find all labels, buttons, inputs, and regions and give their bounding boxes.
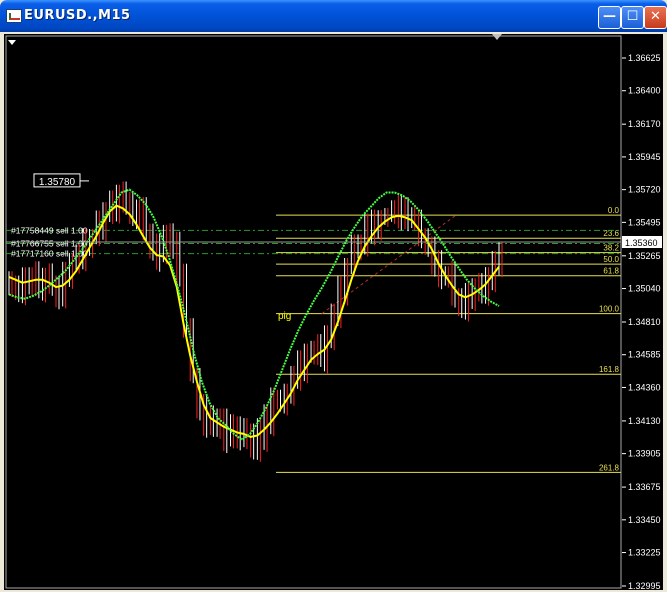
window-title: EURUSD.,M15	[24, 8, 131, 23]
y-axis-tick-label: 1.35720	[628, 185, 661, 195]
y-axis-tick-label: 1.34360	[628, 382, 661, 392]
price-label-text: 1.35780	[39, 177, 76, 188]
y-axis-tick-label: 1.35265	[628, 251, 661, 261]
y-axis-tick-label: 1.36625	[628, 53, 661, 63]
minimize-button[interactable]: —	[598, 6, 621, 29]
fib-level-label: 0.0	[608, 206, 620, 215]
fib-level-label: 161.8	[599, 365, 620, 374]
close-button[interactable]: ✕	[644, 6, 667, 29]
y-axis-tick-label: 1.34810	[628, 317, 661, 327]
y-axis-tick-label: 1.32995	[628, 581, 661, 590]
chart-window-icon[interactable]	[6, 9, 22, 23]
plot-border	[5, 35, 622, 589]
y-axis-tick-label: 1.33905	[628, 449, 661, 459]
fib-level-label: 61.8	[603, 267, 619, 276]
fib-level-label: 50.0	[603, 255, 619, 264]
current-price-text: 1.35360	[625, 238, 658, 248]
y-axis-tick-label: 1.34585	[628, 350, 661, 360]
y-axis-tick-label: 1.35495	[628, 217, 661, 227]
chart-area[interactable]: 0.0 23.6 38.2 50.0 61.8 100.0 161.8 261.8 #17758…	[4, 34, 663, 590]
chart-window: EURUSD.,M15 — ☐ ✕ 0.0 23.6 38.2 50.0 61.8 100…	[0, 0, 667, 592]
y-axis-tick-label: 1.36170	[628, 119, 661, 129]
y-axis-tick-label: 1.35040	[628, 284, 661, 294]
maximize-button[interactable]: ☐	[621, 6, 644, 29]
y-axis-tick-label: 1.34130	[628, 416, 661, 426]
title-bar[interactable]: EURUSD.,M15 — ☐ ✕	[0, 0, 667, 32]
chart-menu-icon	[8, 40, 16, 45]
y-axis-tick-label: 1.33225	[628, 548, 661, 558]
fib-level-label: 100.0	[599, 305, 620, 314]
order-label: #17758449 sell 1.00	[11, 225, 88, 235]
y-axis-tick-label: 1.33675	[628, 482, 661, 492]
price-chart[interactable]: 0.023.638.250.061.8100.0161.8261.8#17758…	[4, 34, 663, 590]
y-axis-tick-label: 1.36400	[628, 86, 661, 96]
y-axis-tick-label: 1.33450	[628, 515, 661, 525]
fib-level-label: 261.8	[599, 463, 620, 472]
chart-annotation: pig	[278, 311, 291, 322]
scroll-marker-icon	[492, 34, 502, 40]
fib-level-label: 38.2	[603, 244, 619, 253]
y-axis-tick-label: 1.35945	[628, 152, 661, 162]
